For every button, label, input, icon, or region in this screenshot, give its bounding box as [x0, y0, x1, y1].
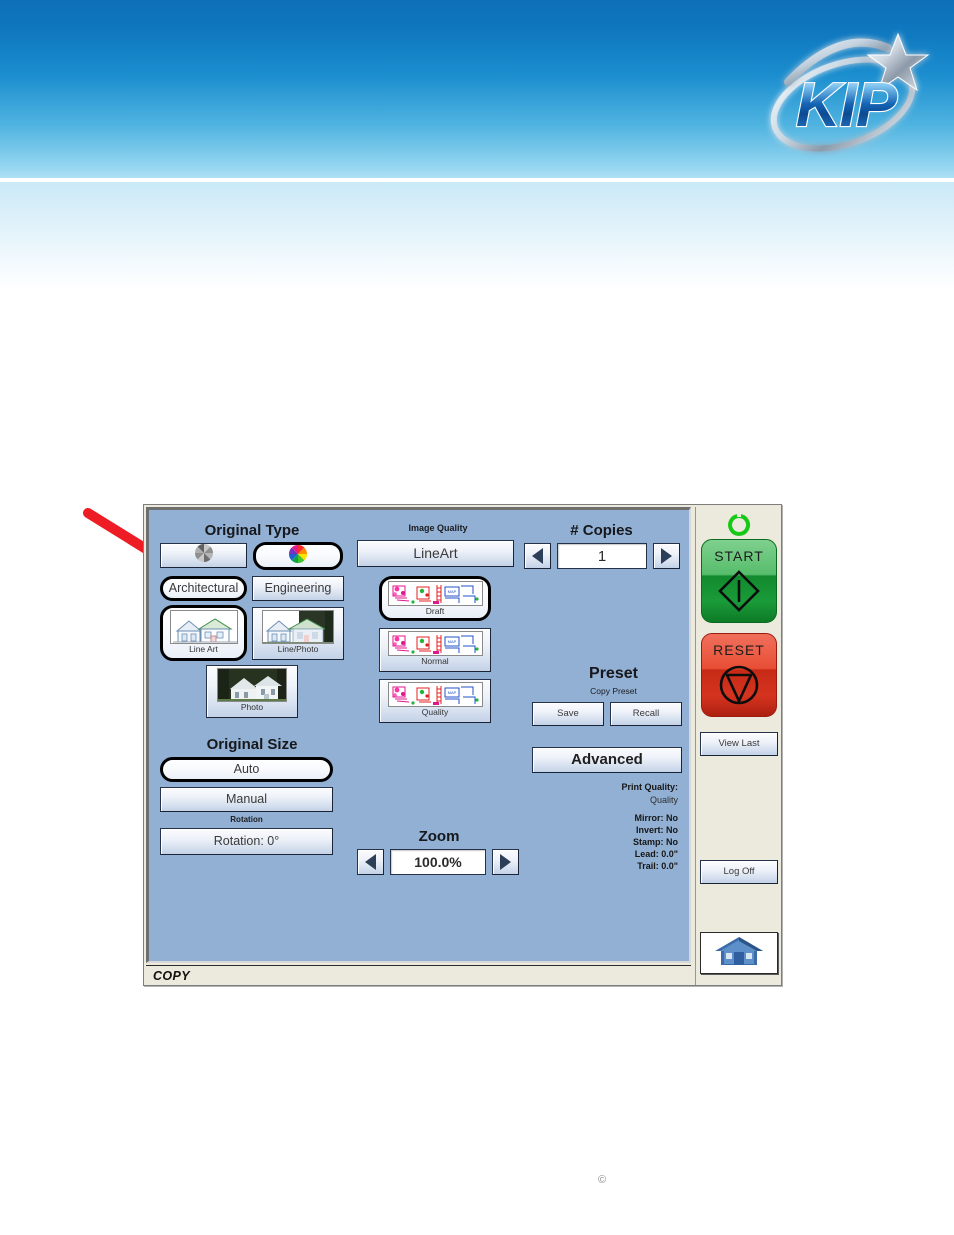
zoom-title: Zoom — [418, 828, 460, 845]
log-off-button[interactable]: Log Off — [700, 860, 778, 884]
left-triangle-icon — [532, 548, 543, 564]
original-type-engineering-button[interactable]: Engineering — [252, 576, 344, 601]
image-quality-mode-button[interactable]: LineArt — [357, 540, 514, 567]
copies-title: # Copies — [570, 522, 633, 539]
preset-title: Preset — [589, 665, 638, 682]
start-button-label: START — [714, 548, 764, 564]
grayscale-wheel-icon — [194, 543, 214, 568]
copies-value: 1 — [597, 547, 607, 565]
left-triangle-icon — [365, 854, 376, 870]
kip-copy-touchscreen-panel: Original Type Architectural Engineering … — [143, 504, 782, 986]
original-size-auto-label: Auto — [233, 761, 260, 776]
original-type-engineering-label: Engineering — [264, 580, 332, 595]
map-drawing-thumbnail: MAP — [387, 682, 483, 707]
summary-invert: Invert: No — [635, 825, 678, 835]
image-quality-quality-label: Quality — [421, 707, 449, 717]
summary-mirror: Mirror: No — [634, 813, 679, 823]
copies-decrement-button[interactable] — [524, 543, 551, 569]
original-type-line-photo-button[interactable]: Line/Photo — [252, 607, 344, 660]
original-size-manual-button[interactable]: Manual — [160, 787, 333, 812]
zoom-value-field[interactable]: 100.0% — [390, 849, 486, 875]
preset-recall-button[interactable]: Recall — [610, 702, 682, 726]
view-last-button[interactable]: View Last — [700, 732, 778, 756]
kip-logo: KIP — [748, 22, 944, 162]
log-off-label: Log Off — [723, 866, 755, 878]
status-bar-text: COPY — [153, 968, 191, 983]
original-type-photo-label: Photo — [240, 702, 264, 712]
image-quality-mode-label: LineArt — [413, 545, 458, 562]
map-drawing-thumbnail: MAP — [387, 581, 483, 606]
original-size-manual-label: Manual — [226, 791, 267, 806]
house-photo-thumbnail — [217, 668, 287, 702]
status-bar: COPY — [146, 965, 691, 985]
original-size-title: Original Size — [206, 736, 298, 753]
image-quality-quality-button[interactable]: MAP Quality — [379, 679, 491, 723]
svg-text:MAP: MAP — [447, 690, 456, 695]
print-quality-value: Quality — [649, 795, 678, 805]
preset-save-label: Save — [557, 708, 579, 720]
side-action-panel: START RESET View Last Log Off — [695, 507, 781, 985]
kip-logo-text: KIP — [796, 71, 898, 140]
original-size-auto-button[interactable]: Auto — [160, 757, 333, 782]
original-type-architectural-label: Architectural — [168, 580, 239, 595]
view-last-label: View Last — [718, 738, 760, 750]
summary-trail: Trail: 0.0" — [637, 861, 678, 871]
right-triangle-icon — [500, 854, 511, 870]
svg-text:MAP: MAP — [447, 589, 456, 594]
print-quality-label: Print Quality: — [621, 782, 678, 792]
start-diamond-icon — [715, 567, 763, 620]
original-type-line-photo-label: Line/Photo — [277, 644, 319, 654]
zoom-value: 100.0% — [414, 854, 462, 870]
image-quality-normal-label: Normal — [421, 656, 449, 666]
reset-triangle-icon — [715, 661, 763, 714]
rotation-label: Rotation: 0° — [213, 833, 280, 848]
home-icon — [713, 934, 765, 973]
image-quality-normal-button[interactable]: MAP Normal — [379, 628, 491, 672]
rotation-title: Rotation — [230, 815, 263, 824]
home-button[interactable] — [700, 932, 778, 974]
advanced-label: Advanced — [571, 751, 643, 769]
reset-button[interactable]: RESET — [701, 633, 777, 717]
color-wheel-button[interactable] — [253, 542, 343, 570]
preset-save-button[interactable]: Save — [532, 702, 604, 726]
start-button[interactable]: START — [701, 539, 777, 623]
right-triangle-icon — [661, 548, 672, 564]
color-wheel-icon — [288, 544, 308, 569]
copies-increment-button[interactable] — [653, 543, 680, 569]
house-line-art-thumbnail — [169, 610, 238, 644]
image-quality-title: Image Quality — [408, 523, 468, 533]
summary-lead: Lead: 0.0" — [634, 849, 678, 859]
preset-subtitle: Copy Preset — [590, 686, 637, 696]
advanced-button[interactable]: Advanced — [532, 747, 682, 773]
original-type-title: Original Type — [204, 522, 300, 539]
map-drawing-thumbnail: MAP — [387, 631, 483, 656]
original-type-architectural-button[interactable]: Architectural — [160, 576, 247, 601]
image-quality-draft-label: Draft — [425, 606, 445, 616]
zoom-increment-button[interactable] — [492, 849, 519, 875]
original-type-photo-button[interactable]: Photo — [206, 665, 298, 718]
svg-text:MAP: MAP — [447, 639, 456, 644]
original-type-line-art-label: Line Art — [189, 644, 218, 654]
summary-stamp: Stamp: No — [633, 837, 678, 847]
image-quality-draft-button[interactable]: MAP Draft — [379, 576, 491, 621]
rotation-button[interactable]: Rotation: 0° — [160, 828, 333, 855]
house-line-photo-thumbnail — [262, 610, 334, 644]
preset-recall-label: Recall — [632, 708, 660, 720]
copies-value-field[interactable]: 1 — [557, 543, 647, 569]
reset-button-label: RESET — [713, 642, 765, 658]
grayscale-wheel-button[interactable] — [160, 543, 247, 568]
original-type-line-art-button[interactable]: Line Art — [160, 605, 247, 661]
zoom-decrement-button[interactable] — [357, 849, 384, 875]
header-fade — [0, 182, 954, 290]
main-control-area: Original Type Architectural Engineering … — [146, 507, 691, 963]
copyright-symbol: © — [598, 1174, 607, 1186]
